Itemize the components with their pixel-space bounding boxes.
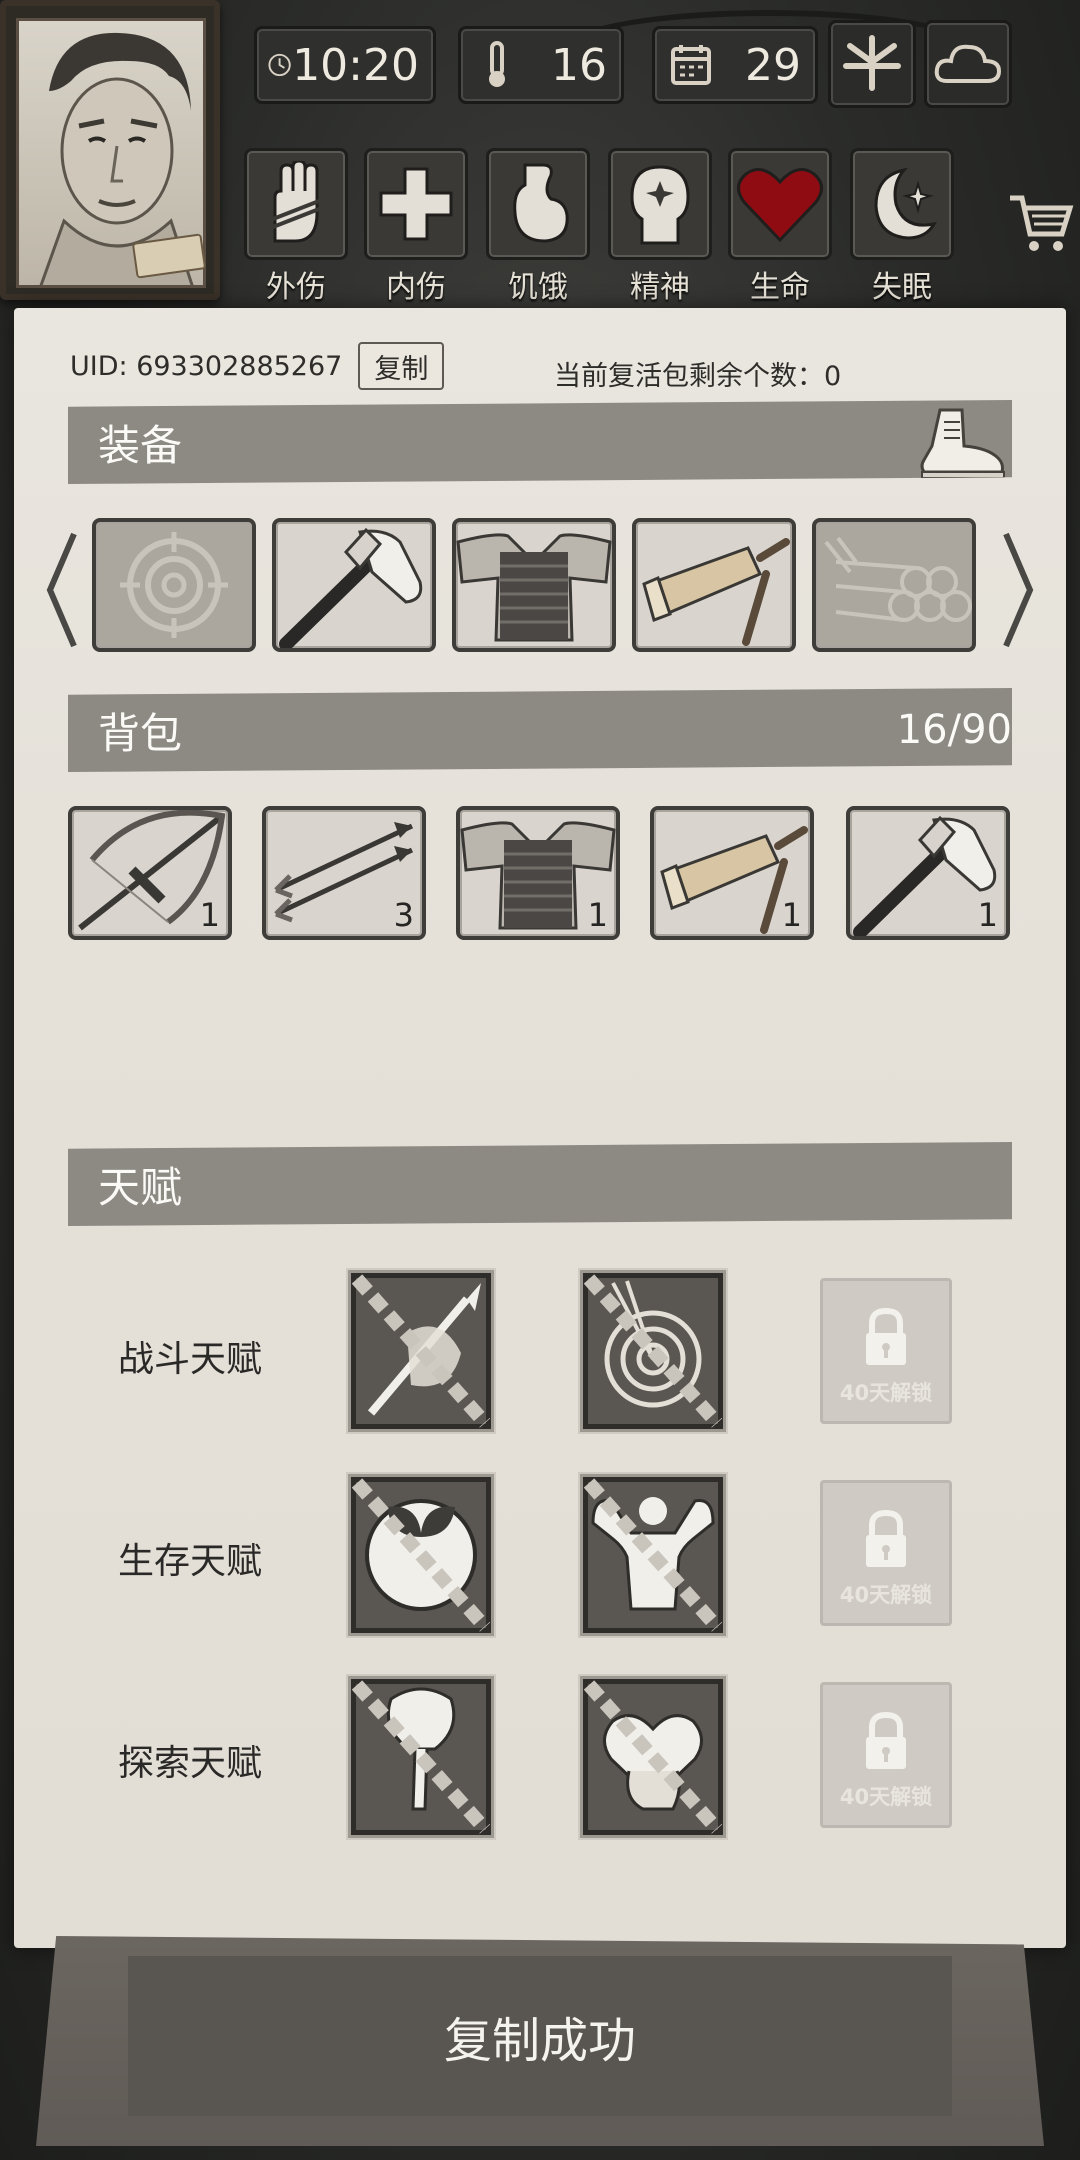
temperature-value: 16 [551,39,607,91]
temperature-display: 16 [458,26,624,104]
talent-survival-1[interactable] [348,1474,494,1636]
backpack-capacity: 16/90 [896,707,1012,753]
time-display: 10:20 [254,26,436,104]
armor-vest-icon [456,533,612,642]
thermometer-icon [489,41,505,87]
talent-explore-1[interactable] [348,1676,494,1838]
unlock-requirement: 40天解锁 [839,1785,933,1809]
talent-survival-locked: 40天解锁 [820,1480,952,1626]
cross-icon [379,167,453,241]
copy-uid-button[interactable]: 复制 [358,342,445,390]
status-health[interactable] [728,148,832,260]
backpack-item[interactable]: 1 [650,806,814,940]
flashlight-icon [642,538,790,646]
equipment-next-arrow[interactable] [1000,530,1038,650]
unlock-requirement: 40天解锁 [839,1381,933,1405]
day-value: 29 [745,39,801,91]
axe-icon [279,527,423,648]
heart-hand-chain-icon [583,1680,723,1834]
backpack-item[interactable]: 1 [846,806,1010,940]
equip-slot-weapon[interactable] [272,518,436,652]
toast-message: 复制成功 [128,1956,952,2116]
shop-cart-icon[interactable] [1008,190,1074,256]
item-quantity: 1 [587,896,608,934]
equip-slot-tool[interactable] [632,518,796,652]
talent-row-label: 战斗天赋 [118,1339,263,1380]
status-label-wound: 外伤 [266,270,326,305]
status-label-internal: 内伤 [386,270,446,305]
status-label-hunger: 饥饿 [508,270,568,305]
talent-survival-2[interactable] [580,1474,726,1636]
backpack-item[interactable]: 1 [68,806,232,940]
talent-explore-locked: 40天解锁 [820,1682,952,1828]
lock-icon [866,1711,906,1769]
leaf-chain-icon [351,1478,491,1632]
boot-icon[interactable] [918,406,1008,480]
talent-header: 天赋 [68,1142,1012,1226]
character-portrait[interactable] [0,0,220,300]
target-icon [120,532,228,638]
talent-row-label: 生存天赋 [118,1541,263,1582]
revive-pack-count: 当前复活包剩余个数：0 [554,361,842,392]
heart-icon [737,168,823,243]
backpack-title: 背包 [98,708,183,758]
equipment-title: 装备 [98,420,183,470]
status-label-insomnia: 失眠 [872,270,932,305]
equipment-prev-arrow[interactable] [42,530,80,650]
shovel-chain-icon [351,1680,491,1834]
unlock-requirement: 40天解锁 [839,1583,933,1607]
hand-wound-icon [272,161,320,243]
lock-icon [866,1509,906,1567]
spear-chain-icon [351,1274,491,1428]
head-spark-icon [630,165,690,245]
equip-slot-material[interactable] [812,518,976,652]
weather-button[interactable] [924,20,1012,108]
status-label-health: 生命 [750,270,810,305]
talent-row-label: 探索天赋 [118,1743,263,1784]
status-hunger[interactable] [486,148,590,260]
status-label-mental: 精神 [630,270,690,305]
talent-explore-2[interactable] [580,1676,726,1838]
backpack-item[interactable]: 1 [456,806,620,940]
backpack-item[interactable]: 3 [262,806,426,940]
muscle-chain-icon [583,1478,723,1632]
status-mental[interactable] [608,148,712,260]
item-quantity: 1 [199,896,220,934]
status-internal[interactable] [364,148,468,260]
clock-icon [268,53,291,77]
lock-icon [866,1307,906,1365]
time-value: 10:20 [292,39,419,91]
status-wound[interactable] [244,148,348,260]
uid-row: UID: 693302885267 复制 [70,342,445,390]
equip-slot-weapon-ranged[interactable] [92,518,256,652]
item-quantity: 1 [781,896,802,934]
talent-combat-1[interactable] [348,1270,494,1432]
stomach-icon [513,163,569,243]
target-chain-icon [583,1274,723,1428]
logs-icon [824,536,972,622]
leaf-icon [843,35,901,91]
talent-combat-2[interactable] [580,1270,726,1432]
backpack-header: 背包 16/90 [68,688,1012,772]
cloud-icon [934,44,1002,83]
herb-button[interactable] [828,20,916,108]
moon-star-icon [874,167,937,240]
status-insomnia[interactable] [850,148,954,260]
equipment-header: 装备 [68,400,1012,484]
item-quantity: 3 [393,896,414,934]
item-quantity: 1 [977,896,998,934]
equip-slot-armor[interactable] [452,518,616,652]
talent-title: 天赋 [98,1162,183,1212]
day-display: 29 [652,26,818,104]
calendar-icon [671,45,711,85]
talent-combat-locked: 40天解锁 [820,1278,952,1424]
uid-text: UID: 693302885267 [70,350,343,382]
